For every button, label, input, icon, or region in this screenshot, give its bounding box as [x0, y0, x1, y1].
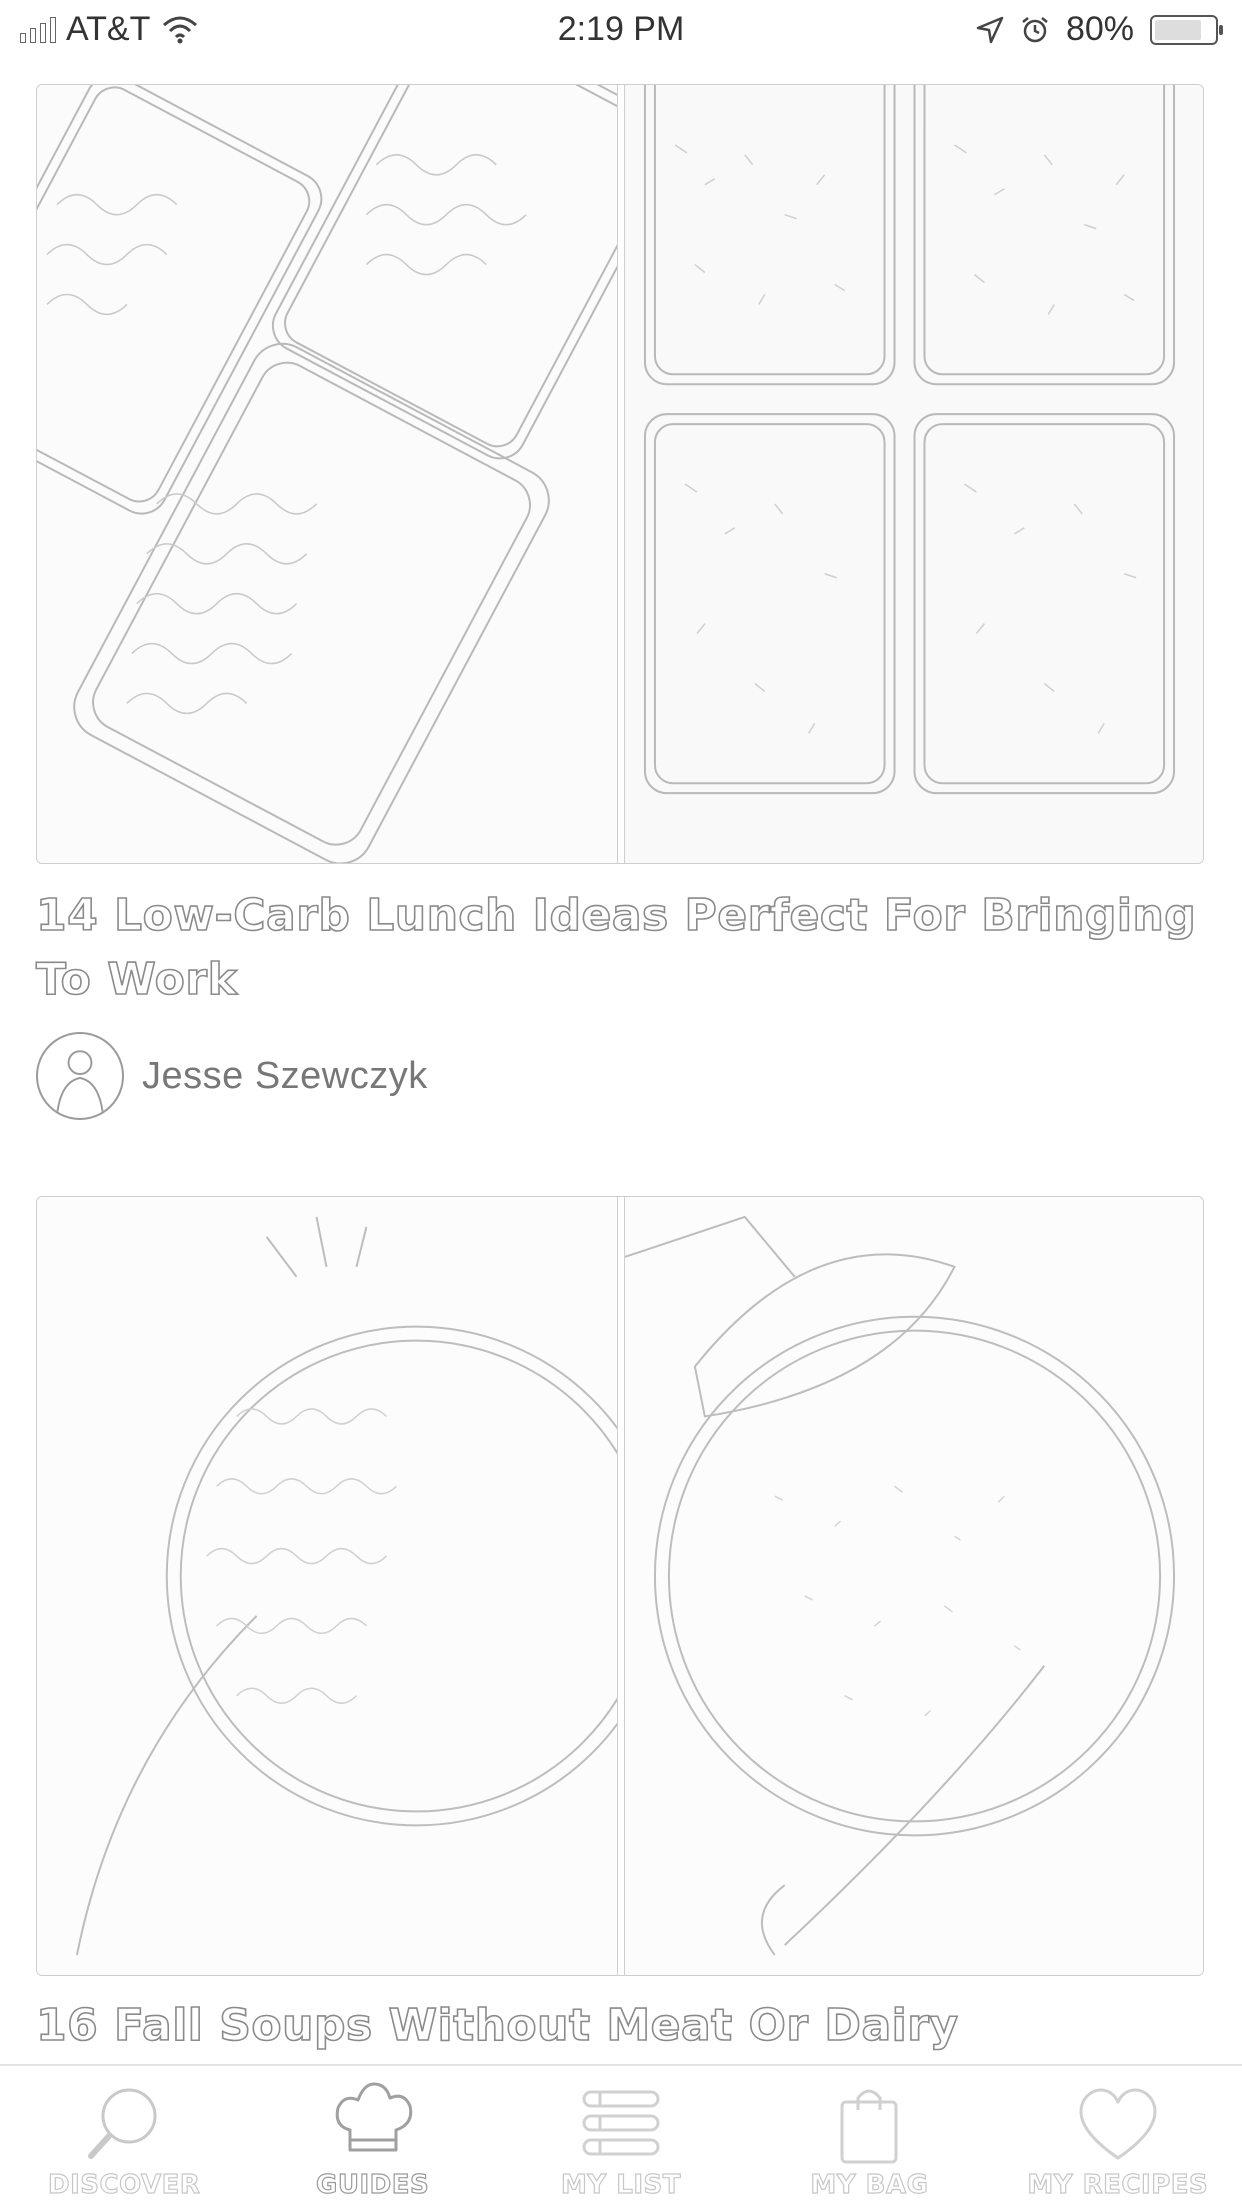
- guide-author[interactable]: Jesse Szewczyk: [36, 1032, 428, 1120]
- battery-icon: [1150, 14, 1223, 45]
- battery-percent: 80%: [1065, 10, 1134, 48]
- shopping-bag-icon: [840, 2089, 898, 2164]
- tab-my-list[interactable]: MY LIST: [497, 2066, 745, 2210]
- alarm-icon: [1022, 16, 1048, 42]
- tab-discover[interactable]: DISCOVER: [0, 2066, 248, 2210]
- location-arrow-icon: [976, 16, 1004, 43]
- guide-photo-right: [624, 85, 1203, 863]
- guide-title[interactable]: 16 Fall Soups Without Meat Or Dairy: [35, 1994, 1206, 2058]
- tab-guides[interactable]: GUIDES: [248, 2066, 496, 2210]
- tab-label: DISCOVER: [47, 2169, 201, 2200]
- guide-photo-left: [37, 1197, 618, 1975]
- tab-my-bag[interactable]: MY BAG: [745, 2066, 993, 2210]
- list-icon: [582, 2090, 660, 2156]
- guide-image[interactable]: [36, 1196, 1204, 1976]
- guide-photo-left: [37, 85, 618, 863]
- guide-image[interactable]: [36, 84, 1204, 864]
- search-icon: [88, 2088, 157, 2159]
- author-avatar: [36, 1032, 124, 1120]
- guide-photo-right: [624, 1197, 1203, 1975]
- tab-label: MY BAG: [810, 2169, 929, 2200]
- chef-hat-icon: [335, 2082, 412, 2152]
- status-bar: AT&T 2:19 PM 80%: [0, 0, 1242, 62]
- heart-icon: [1079, 2088, 1157, 2160]
- tab-my-recipes[interactable]: MY RECIPES: [994, 2066, 1242, 2210]
- author-name: Jesse Szewczyk: [142, 1054, 428, 1097]
- tab-label: GUIDES: [315, 2169, 430, 2200]
- tab-label: MY RECIPES: [1027, 2169, 1209, 2200]
- tab-bar: DISCOVER GUIDES MY LIST MY BAG MY RECIPE…: [0, 2064, 1242, 2210]
- guide-title[interactable]: 14 Low-Carb Lunch Ideas Perfect For Brin…: [35, 884, 1206, 1012]
- tab-label: MY LIST: [560, 2169, 681, 2200]
